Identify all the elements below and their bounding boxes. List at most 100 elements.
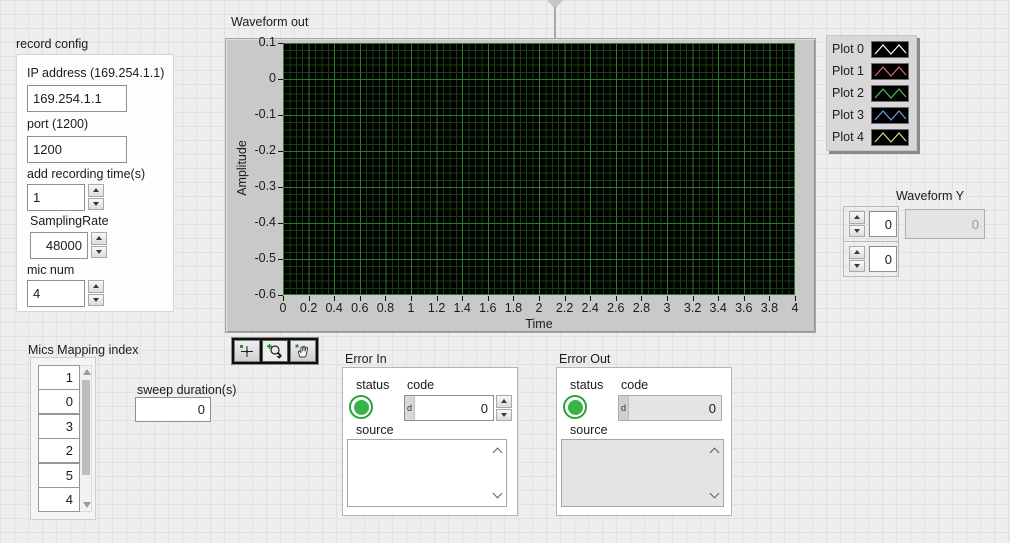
sweep-duration-field[interactable]: 0 (135, 397, 211, 422)
scroll-up-icon[interactable] (710, 448, 720, 458)
legend-item[interactable]: Plot 1 (827, 60, 916, 82)
down-arrow-icon (501, 413, 507, 417)
x-tick-mark (769, 296, 770, 301)
increment-button[interactable] (849, 246, 865, 259)
error-in-title: Error In (345, 352, 387, 366)
y-tick-label: 0.1 (236, 35, 276, 49)
plot-style-swatch[interactable] (871, 107, 909, 124)
up-arrow-icon (93, 188, 99, 192)
increment-button[interactable] (88, 184, 104, 197)
mic-index-cell[interactable]: 0 (38, 389, 80, 414)
scroll-up-icon[interactable] (83, 369, 91, 375)
radix-display[interactable]: d (405, 396, 415, 420)
legend-plot-label: Plot 4 (832, 130, 864, 144)
x-tick-mark (462, 296, 463, 301)
port-field[interactable]: 1200 (27, 136, 127, 163)
decrement-button[interactable] (849, 260, 865, 273)
x-tick-mark (795, 296, 796, 301)
legend-item[interactable]: Plot 4 (827, 126, 916, 148)
ip-address-field[interactable]: 169.254.1.1 (27, 85, 127, 112)
led-core (568, 400, 583, 415)
down-arrow-icon (854, 229, 860, 233)
add-recording-time-stepper (88, 184, 104, 210)
increment-button[interactable] (849, 211, 865, 224)
index-value-field[interactable]: 0 (869, 211, 897, 237)
mic-index-cell[interactable]: 2 (38, 438, 80, 463)
cursor-crosshair-icon (238, 343, 256, 359)
code-value: 0 (415, 401, 488, 416)
decrement-button[interactable] (496, 409, 512, 422)
waveform-line-icon (872, 64, 908, 79)
waveform-line-icon (872, 42, 908, 57)
x-tick-mark (437, 296, 438, 301)
error-out-status-led (563, 395, 587, 419)
legend-item[interactable]: Plot 2 (827, 82, 916, 104)
scroll-up-icon[interactable] (493, 448, 503, 458)
sampling-rate-stepper (91, 232, 107, 258)
y-tick-label: -0.6 (236, 287, 276, 301)
scroll-down-icon[interactable] (710, 489, 720, 499)
x-tick-mark (539, 296, 540, 301)
error-in-code-field[interactable]: d 0 (404, 395, 494, 421)
mic-num-field[interactable]: 4 (27, 280, 85, 307)
add-recording-time-label: add recording time(s) (27, 167, 145, 181)
plot-style-swatch[interactable] (871, 129, 909, 146)
scroll-down-icon[interactable] (83, 502, 91, 508)
scroll-down-icon[interactable] (493, 489, 503, 499)
increment-button[interactable] (91, 232, 107, 245)
increment-button[interactable] (88, 280, 104, 293)
increment-button[interactable] (496, 395, 512, 408)
scroll-thumb[interactable] (82, 380, 90, 475)
x-axis-title: Time (489, 317, 589, 331)
code-value: 0 (629, 401, 716, 416)
mic-num-stepper (88, 280, 104, 306)
mic-index-cell[interactable]: 1 (38, 365, 80, 390)
down-arrow-icon (96, 250, 102, 254)
plot-style-swatch[interactable] (871, 85, 909, 102)
legend-item[interactable]: Plot 3 (827, 104, 916, 126)
decrement-button[interactable] (91, 246, 107, 259)
pan-hand-icon (294, 343, 312, 359)
mic-index-cell[interactable]: 5 (38, 463, 80, 488)
pan-tool-button[interactable] (290, 340, 316, 362)
legend-plot-label: Plot 3 (832, 108, 864, 122)
mic-num-label: mic num (27, 263, 74, 277)
zoom-tool-button[interactable] (262, 340, 288, 362)
sampling-rate-field[interactable]: 48000 (30, 232, 88, 259)
mics-scrollbar[interactable] (79, 365, 92, 512)
y-tick-mark (278, 259, 283, 260)
cursor-crosshair-button[interactable] (234, 340, 260, 362)
legend-plot-label: Plot 0 (832, 42, 864, 56)
decrement-button[interactable] (849, 225, 865, 238)
x-tick-mark (488, 296, 489, 301)
mic-index-cell[interactable]: 4 (38, 487, 80, 512)
waveform-line-icon (872, 108, 908, 123)
error-in-code-label: code (407, 378, 434, 392)
sweep-duration-label: sweep duration(s) (137, 383, 236, 397)
error-out-code-display: d 0 (618, 395, 722, 421)
mic-index-cell[interactable]: 3 (38, 414, 80, 439)
plot-style-swatch[interactable] (871, 63, 909, 80)
error-in-source-field[interactable] (347, 439, 507, 507)
error-in-status-label: status (356, 378, 389, 392)
up-arrow-icon (93, 284, 99, 288)
error-in-status-led[interactable] (349, 395, 373, 419)
index-value-field[interactable]: 0 (869, 246, 897, 272)
decrement-button[interactable] (88, 294, 104, 307)
error-out-title: Error Out (559, 352, 610, 366)
decrement-button[interactable] (88, 198, 104, 211)
waveform-y-title: Waveform Y (880, 189, 980, 203)
error-out-status-label: status (570, 378, 603, 392)
x-tick-mark (565, 296, 566, 301)
legend-item[interactable]: Plot 0 (827, 38, 916, 60)
x-tick-mark (360, 296, 361, 301)
pane-divider-line (554, 7, 556, 38)
plot-area[interactable] (283, 43, 795, 295)
add-recording-time-field[interactable]: 1 (27, 184, 85, 211)
x-tick-mark (667, 296, 668, 301)
x-tick-mark (385, 296, 386, 301)
record-config-title: record config (16, 37, 88, 51)
plot-style-swatch[interactable] (871, 41, 909, 58)
x-tick-mark (744, 296, 745, 301)
y-tick-label: -0.1 (236, 107, 276, 121)
